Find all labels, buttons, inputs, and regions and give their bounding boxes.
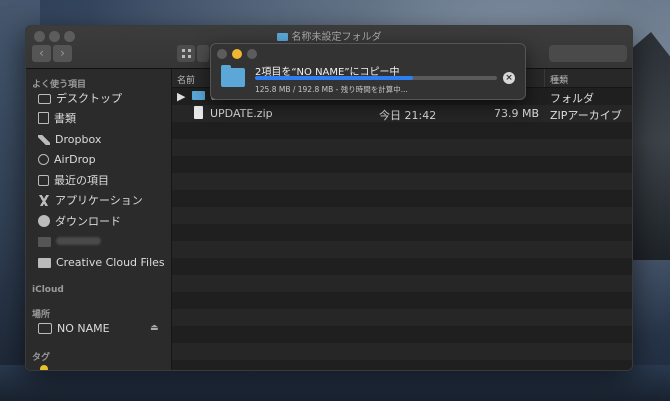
empty-row [172, 241, 632, 258]
sidebar-item-user-home[interactable] [38, 233, 101, 251]
forward-button[interactable]: › [53, 45, 72, 62]
zip-file-icon [194, 106, 203, 119]
sidebar-item-label: AirDrop [54, 153, 96, 166]
file-kind: フォルダ [550, 92, 594, 105]
empty-row [172, 275, 632, 292]
folder-icon [192, 91, 205, 100]
dialog-close-button[interactable] [217, 49, 227, 59]
recent-icon [38, 175, 49, 186]
sidebar-item-desktop[interactable]: デスクトップ [38, 90, 122, 108]
empty-row [172, 309, 632, 326]
window-title: 名称未設定フォルダ [26, 28, 632, 43]
sidebar-item-label: 書類 [54, 112, 76, 125]
copy-progress-fill [255, 76, 413, 80]
grid-icon [182, 49, 191, 58]
sidebar-item-label: アプリケーション [55, 194, 143, 207]
locations-header: 場所 [32, 310, 51, 320]
sidebar-item-recents[interactable]: 最近の項目 [38, 172, 109, 190]
sidebar-item-documents[interactable]: 書類 [38, 110, 76, 128]
sidebar-item-label: デスクトップ [56, 92, 122, 105]
search-field[interactable] [549, 45, 627, 62]
applications-icon [38, 195, 50, 206]
redacted-label [56, 237, 101, 245]
folder-icon [276, 33, 288, 41]
empty-row [172, 139, 632, 156]
window-title-text: 名称未設定フォルダ [291, 32, 382, 43]
sidebar-item-applications[interactable]: アプリケーション [38, 192, 143, 210]
disclosure-triangle-icon[interactable]: ▶ [177, 90, 185, 103]
file-kind: ZIPアーカイブ [550, 109, 622, 122]
icon-view-button[interactable] [177, 45, 195, 62]
column-kind[interactable]: 種類 [550, 73, 568, 86]
icloud-header: iCloud [32, 285, 64, 295]
copy-progress-detail: 125.8 MB / 192.8 MB - 残り時間を計算中... [255, 85, 408, 94]
empty-row [172, 343, 632, 360]
sidebar-item-dropbox[interactable]: Dropbox [38, 131, 101, 149]
empty-row [172, 207, 632, 224]
back-button[interactable]: ‹ [32, 45, 51, 62]
home-icon [38, 237, 51, 247]
disk-icon [38, 323, 52, 334]
download-icon [38, 215, 50, 227]
tags-header: タグ [32, 353, 51, 363]
dialog-minimize-button[interactable] [232, 49, 242, 59]
sidebar-item-label: Dropbox [55, 133, 102, 146]
sidebar-item-creative-cloud[interactable]: Creative Cloud Files [38, 254, 165, 272]
airdrop-icon [38, 154, 49, 165]
dialog-zoom-button[interactable] [247, 49, 257, 59]
dropbox-icon [38, 135, 50, 145]
sidebar-item-label: Creative Cloud Files [56, 256, 165, 269]
empty-row [172, 173, 632, 190]
list-view-button[interactable] [197, 45, 209, 62]
copy-progress-dialog: 2項目を“NO NAME”にコピー中 125.8 MB / 192.8 MB -… [210, 43, 526, 100]
folder-icon [221, 65, 245, 87]
column-name[interactable]: 名前 [177, 73, 195, 86]
document-icon [38, 112, 49, 124]
cancel-copy-button[interactable]: × [503, 72, 515, 84]
favorites-header: よく使う項目 [32, 80, 87, 90]
tag-dot-icon[interactable] [40, 365, 48, 370]
sidebar-item-label: 最近の項目 [54, 174, 109, 187]
sidebar-item-airdrop[interactable]: AirDrop [38, 151, 96, 169]
folder-icon [38, 258, 51, 268]
sidebar: よく使う項目 デスクトップ 書類 Dropbox AirDrop 最近の項目 ア… [26, 69, 172, 370]
sidebar-item-downloads[interactable]: ダウンロード [38, 213, 121, 231]
sidebar-item-label: NO NAME [57, 322, 110, 335]
file-name: UPDATE.zip [210, 107, 273, 120]
desktop-icon [38, 94, 51, 104]
file-size: 73.9 MB [494, 107, 540, 120]
eject-icon[interactable]: ⏏ [150, 323, 159, 333]
file-date: 今日 21:42 [379, 109, 437, 122]
sidebar-item-label: ダウンロード [55, 215, 121, 228]
column-divider[interactable] [544, 69, 545, 87]
sidebar-item-no-name[interactable]: NO NAME [38, 320, 110, 338]
copy-progress-bar [255, 76, 497, 80]
file-list: 名前 種類 ▶ UPDATE -- フォルダ UPDATE.zip 今日 21:… [172, 69, 632, 370]
table-row[interactable]: UPDATE.zip 今日 21:42 73.9 MB ZIPアーカイブ [172, 105, 632, 122]
